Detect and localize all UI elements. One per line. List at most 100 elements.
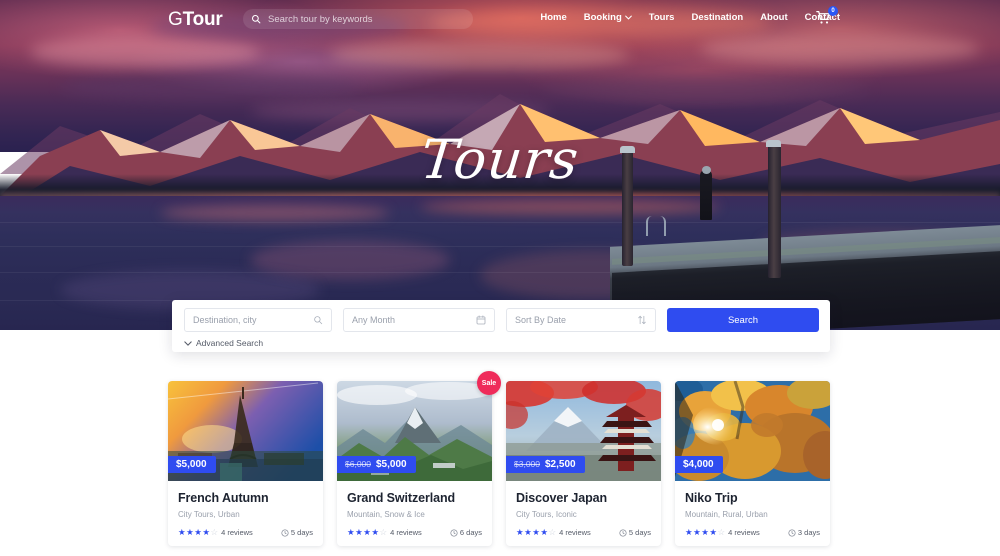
price-tag: $4,000: [675, 456, 723, 473]
chevron-down-icon: [624, 15, 632, 20]
sale-badge: Sale: [477, 371, 501, 395]
nav-item-home[interactable]: Home: [540, 12, 566, 23]
star-icon: ★: [194, 527, 202, 538]
nav-label: Home: [540, 12, 567, 23]
water-reflection: [160, 205, 390, 221]
month-select[interactable]: Any Month: [343, 308, 495, 332]
logo-letter-g: G: [168, 9, 183, 30]
tour-card-image: $3,000 $2,500: [506, 381, 661, 481]
star-icon: ★: [709, 527, 717, 538]
sort-select[interactable]: Sort By Date: [506, 308, 656, 332]
duration: 3 days: [788, 528, 820, 537]
tour-card-image: $5,000: [168, 381, 323, 481]
tour-title: Grand Switzerland: [347, 491, 456, 505]
star-icon: ★: [178, 527, 186, 538]
duration: 5 days: [619, 528, 651, 537]
tour-card[interactable]: $4,000 Niko Trip Mountain, Rural, Urban …: [675, 381, 830, 546]
star-icon: ★: [701, 527, 709, 538]
original-price: $3,000: [514, 459, 540, 469]
duration: 5 days: [281, 528, 313, 537]
tour-card[interactable]: $3,000 $2,500 Discover Japan City Tours,…: [506, 381, 661, 546]
star-icon: ★: [540, 527, 548, 538]
nav-search-box[interactable]: Search tour by keywords: [243, 9, 473, 29]
tour-meta: ★ ★ ★ ★ ☆ 4 reviews: [178, 528, 313, 537]
star-icon-empty: ☆: [717, 527, 726, 538]
clock-icon: [788, 528, 796, 537]
advanced-search-toggle[interactable]: Advanced Search: [184, 338, 263, 348]
star-icon-empty: ☆: [210, 527, 219, 538]
tour-search-panel: Destination, city Any Month Sort By Date…: [172, 300, 830, 352]
current-price: $5,000: [176, 459, 207, 470]
tour-card-body: French Autumn City Tours, Urban ★ ★ ★ ★ …: [168, 481, 323, 546]
star-icon: ★: [202, 527, 210, 538]
current-price: $5,000: [376, 459, 407, 470]
site-logo[interactable]: GTour: [168, 9, 223, 31]
rating: ★ ★ ★ ★ ☆ 4 reviews: [685, 528, 760, 537]
page-title: Tours: [417, 128, 583, 191]
tour-card-image: $4,000: [675, 381, 830, 481]
tours-page: Tours GTour Search tour by keywords Home…: [0, 0, 1000, 556]
star-rating: ★ ★ ★ ★ ☆: [685, 528, 725, 537]
clock-icon: [619, 528, 627, 537]
water-ripple: [0, 222, 1000, 223]
star-icon: ★: [532, 527, 540, 538]
nav-item-booking[interactable]: Booking: [584, 12, 632, 23]
sort-placeholder: Sort By Date: [515, 315, 567, 325]
sort-arrows-icon: [637, 315, 647, 325]
tour-card[interactable]: $5,000 French Autumn City Tours, Urban ★…: [168, 381, 323, 546]
cart-button[interactable]: 0: [816, 6, 838, 28]
nav-label: Tours: [648, 12, 675, 23]
star-icon: ★: [363, 527, 371, 538]
star-icon: ★: [516, 527, 524, 538]
destination-input[interactable]: Destination, city: [184, 308, 332, 332]
search-fields-row: Destination, city Any Month Sort By Date…: [184, 308, 819, 332]
review-count: 4 reviews: [221, 528, 253, 537]
tour-meta: ★ ★ ★ ★ ☆ 4 reviews: [685, 528, 820, 537]
tour-tags: City Tours, Iconic: [516, 510, 577, 519]
price-tag: $6,000 $5,000: [337, 456, 416, 473]
star-icon: ★: [355, 527, 363, 538]
calendar-icon: [476, 315, 486, 325]
tour-card[interactable]: Sale $6,000 $5,000 Grand Switzerland Mou…: [337, 371, 501, 546]
nav-item-tours[interactable]: Tours: [649, 12, 675, 23]
destination-placeholder: Destination, city: [193, 315, 257, 325]
cloud: [700, 34, 980, 64]
nav-links: Home Booking Tours Destination About Con…: [540, 12, 840, 23]
tour-card-image: $6,000 $5,000: [337, 381, 492, 481]
tour-tags: City Tours, Urban: [178, 510, 240, 519]
nav-search-placeholder: Search tour by keywords: [268, 13, 373, 25]
month-placeholder: Any Month: [352, 315, 396, 325]
nav-item-about[interactable]: About: [760, 12, 787, 23]
star-icon: ★: [347, 527, 355, 538]
star-icon: ★: [685, 527, 693, 538]
duration-label: 5 days: [628, 528, 651, 537]
star-icon: ★: [186, 527, 194, 538]
search-button[interactable]: Search: [667, 308, 819, 332]
price-tag: $3,000 $2,500: [506, 456, 585, 473]
cart-badge-count: 0: [828, 6, 838, 16]
tour-card-grid: $5,000 French Autumn City Tours, Urban ★…: [168, 371, 836, 546]
original-price: $6,000: [345, 459, 371, 469]
nav-item-destination[interactable]: Destination: [691, 12, 743, 23]
top-navigation-bar: GTour Search tour by keywords Home Booki…: [0, 0, 1000, 38]
nav-label: Booking: [583, 12, 622, 23]
price-tag: $5,000: [168, 456, 216, 473]
star-icon: ★: [524, 527, 532, 538]
tour-card-body: Discover Japan City Tours, Iconic ★ ★ ★ …: [506, 481, 661, 546]
clock-icon: [281, 528, 289, 537]
star-rating: ★ ★ ★ ★ ☆: [516, 528, 556, 537]
star-icon: ★: [693, 527, 701, 538]
tour-meta: ★ ★ ★ ★ ☆ 4 reviews: [347, 528, 482, 537]
magnifier-icon: [313, 315, 323, 325]
star-icon-empty: ☆: [379, 527, 388, 538]
nav-label: About: [760, 12, 788, 23]
star-rating: ★ ★ ★ ★ ☆: [178, 528, 218, 537]
logo-word-tour: Tour: [182, 9, 223, 30]
current-price: $2,500: [545, 459, 576, 470]
current-price: $4,000: [683, 459, 714, 470]
duration-label: 6 days: [459, 528, 482, 537]
tour-tags: Mountain, Rural, Urban: [685, 510, 768, 519]
advanced-search-label: Advanced Search: [196, 338, 264, 348]
duration-label: 3 days: [797, 528, 820, 537]
chevron-down-icon: [184, 340, 192, 346]
